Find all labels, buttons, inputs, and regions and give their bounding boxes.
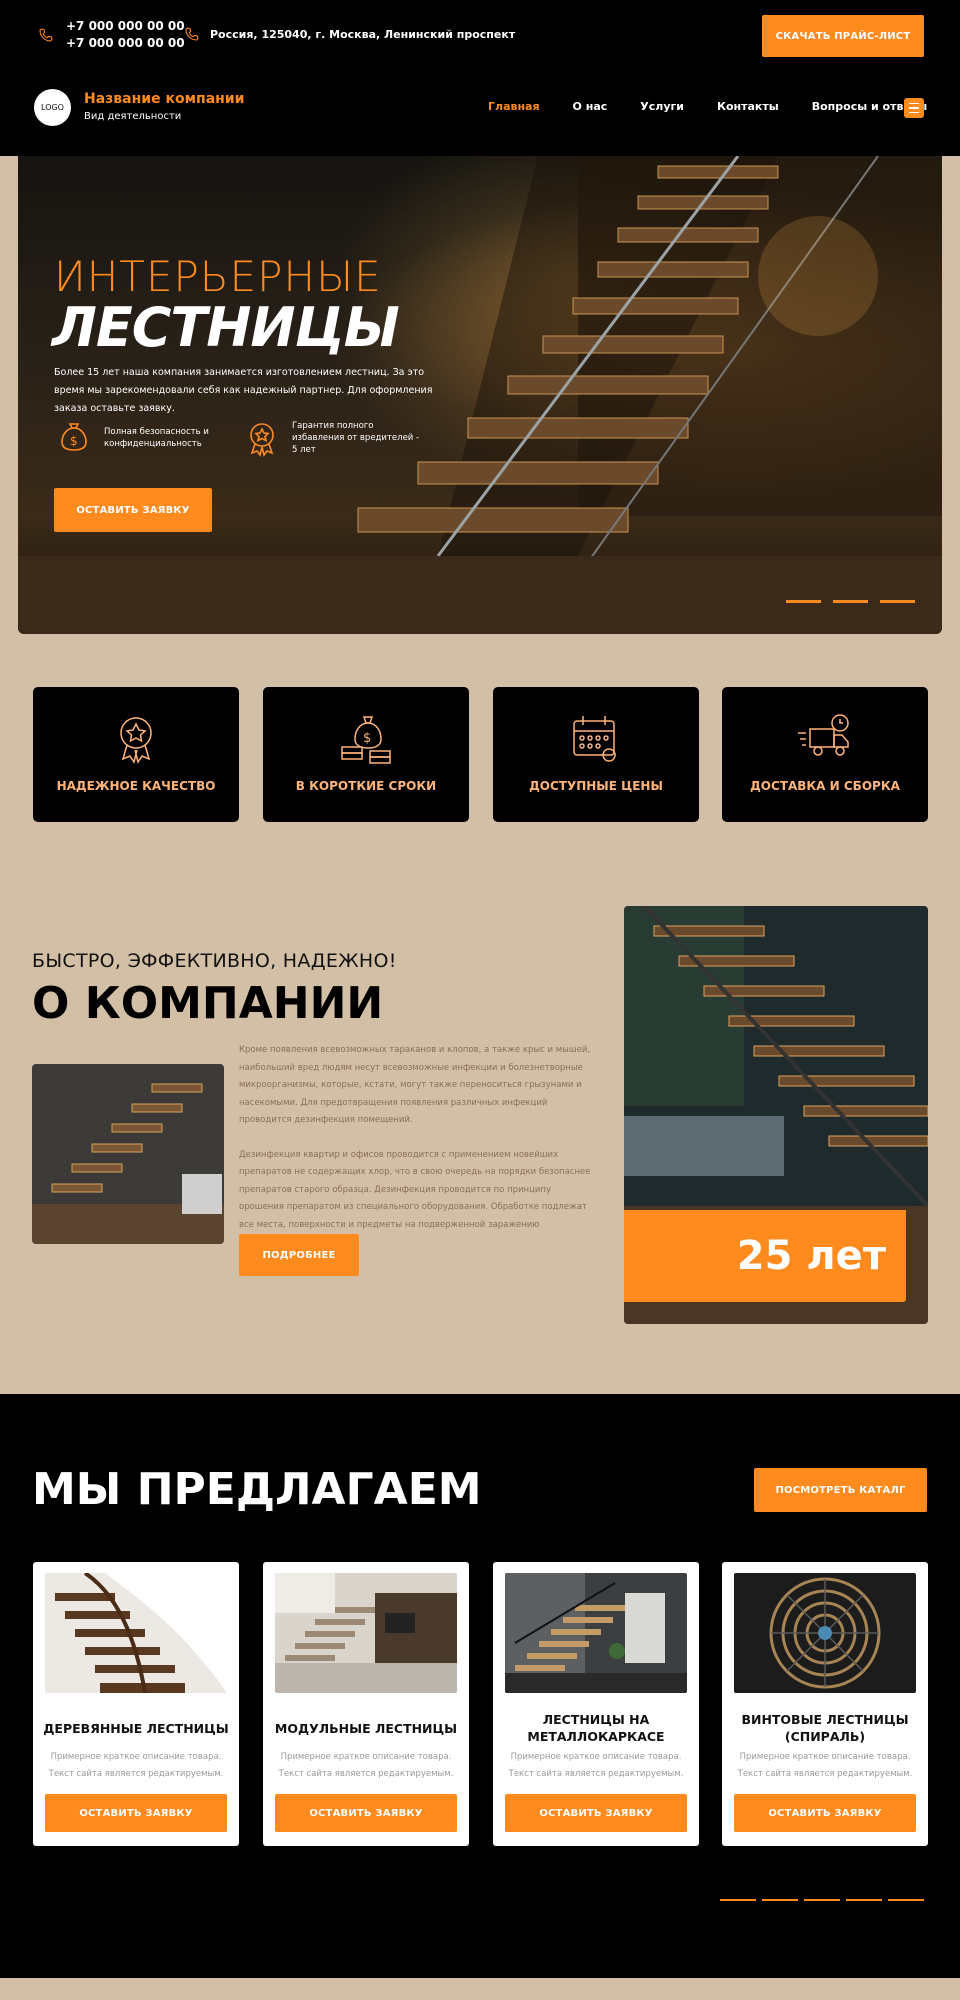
product-request-button[interactable]: ОСТАВИТЬ ЗАЯВКУ: [734, 1794, 916, 1832]
advantage-label: ДОСТАВКА И СБОРКА: [750, 779, 900, 793]
product-request-button[interactable]: ОСТАВИТЬ ЗАЯВКУ: [45, 1794, 227, 1832]
slider-dot[interactable]: [846, 1899, 882, 1901]
product-image: [275, 1573, 457, 1693]
hero-feature-guarantee: Гарантия полного избавления от вредителе…: [242, 418, 422, 458]
header: +7 000 000 00 00 +7 000 000 00 00 Россия…: [0, 0, 960, 156]
address-block: Россия, 125040, г. Москва, Ленинский про…: [184, 26, 515, 42]
slider-dot[interactable]: [880, 600, 915, 603]
product-name: МОДУЛЬНЫЕ ЛЕСТНИЦЫ: [274, 1720, 458, 1736]
company-activity: Вид деятельности: [84, 111, 182, 122]
money-bag-icon: $: [341, 716, 391, 764]
product-image: [505, 1573, 687, 1693]
nav-contacts[interactable]: Контакты: [717, 100, 779, 113]
about-text: Кроме появления всевозможных тараканов и…: [239, 1042, 594, 1252]
product-description: Примерное краткое описание товара. Текст…: [278, 1752, 454, 1779]
nav-about[interactable]: О нас: [573, 100, 608, 113]
company-info: Название компании Вид деятельности: [84, 91, 244, 122]
years-badge: 25 лет: [624, 1210, 906, 1302]
calendar-icon: [573, 716, 616, 762]
quality-badge-icon: [250, 423, 274, 457]
product-card-metal: ЛЕСТНИЦЫ НА МЕТАЛЛОКАРКАСЕ Примерное кра…: [493, 1562, 699, 1846]
product-description: Примерное краткое описание товара. Текст…: [508, 1752, 684, 1779]
slider-dot[interactable]: [888, 1899, 924, 1901]
slider-dot[interactable]: [804, 1899, 840, 1901]
slider-dot[interactable]: [833, 600, 868, 603]
hero-title-line1: ИНТЕРЬЕРНЫЕ: [54, 252, 382, 301]
main-nav: Главная О нас Услуги Контакты Вопросы и …: [488, 100, 927, 113]
advantage-label: В КОРОТКИЕ СРОКИ: [295, 779, 437, 793]
product-image: [734, 1573, 916, 1693]
nav-services[interactable]: Услуги: [640, 100, 684, 113]
product-description: Примерное краткое описание товара. Текст…: [48, 1752, 224, 1779]
about-paragraph-1: Кроме появления всевозможных тараканов и…: [239, 1045, 591, 1125]
money-bag-icon: $: [61, 423, 87, 451]
about-title: О КОМПАНИИ: [32, 978, 384, 1029]
hero-feature-security: $ Полная безопасность и конфиденциальнос…: [54, 418, 214, 458]
phone-block: +7 000 000 00 00 +7 000 000 00 00: [38, 18, 185, 52]
hero-banner: ИНТЕРЬЕРНЫЕ ЛЕСТНИЦЫ Более 15 лет наша к…: [18, 156, 942, 634]
quality-badge-icon: [120, 717, 152, 764]
advantage-card-prices: ДОСТУПНЫЕ ЦЕНЫ: [493, 687, 699, 822]
slider-dot[interactable]: [786, 600, 821, 603]
product-card-spiral: ВИНТОВЫЕ ЛЕСТНИЦЫ (СПИРАЛЬ) Примерное кр…: [722, 1562, 928, 1846]
advantage-card-speed: $ В КОРОТКИЕ СРОКИ: [263, 687, 469, 822]
address-text: Россия, 125040, г. Москва, Ленинский про…: [210, 27, 516, 41]
location-pin-icon: [185, 27, 199, 41]
phone-number-2[interactable]: +7 000 000 00 00: [66, 35, 185, 52]
slider-dot[interactable]: [720, 1899, 756, 1901]
about-pretitle: БЫСТРО, ЭФФЕКТИВНО, НАДЕЖНО!: [32, 950, 397, 972]
product-name: ДЕРЕВЯННЫЕ ЛЕСТНИЦЫ: [43, 1720, 229, 1736]
hero-slider-dots: [786, 600, 915, 603]
phone-icon: [39, 28, 53, 42]
more-button[interactable]: ПОДРОБНЕЕ: [239, 1234, 359, 1276]
advantage-card-quality: НАДЕЖНОЕ КАЧЕСТВО: [33, 687, 239, 822]
offers-title: МЫ ПРЕДЛАГАЕМ: [32, 1464, 482, 1515]
nav-home[interactable]: Главная: [488, 100, 540, 113]
delivery-truck-icon: [798, 714, 849, 756]
product-request-button[interactable]: ОСТАВИТЬ ЗАЯВКУ: [275, 1794, 457, 1832]
advantage-card-delivery: ДОСТАВКА И СБОРКА: [722, 687, 928, 822]
svg-text:$: $: [70, 434, 78, 448]
hero-request-button[interactable]: ОСТАВИТЬ ЗАЯВКУ: [54, 488, 212, 532]
phone-number-1[interactable]: +7 000 000 00 00: [66, 18, 185, 35]
hero-feature-security-text: Полная безопасность и конфиденциальность: [104, 427, 209, 449]
product-image: [45, 1573, 227, 1693]
hero-title-line2: ЛЕСТНИЦЫ: [52, 296, 400, 359]
view-catalog-button[interactable]: ПОСМОТРЕТЬ КАТАЛГ: [754, 1468, 927, 1512]
offers-section: МЫ ПРЕДЛАГАЕМ ПОСМОТРЕТЬ КАТАЛГ ДЕРЕВЯНН…: [0, 1394, 960, 1978]
product-name: ЛЕСТНИЦЫ НА МЕТАЛЛОКАРКАСЕ: [527, 1712, 665, 1744]
slider-dot[interactable]: [762, 1899, 798, 1901]
company-name: Название компании: [84, 91, 245, 107]
hero-description: Более 15 лет наша компания занимается из…: [54, 367, 433, 414]
product-name: ВИНТОВЫЕ ЛЕСТНИЦЫ (СПИРАЛЬ): [741, 1712, 909, 1744]
hero-feature-guarantee-text: Гарантия полного избавления от вредителе…: [292, 421, 420, 455]
svg-text:$: $: [363, 731, 371, 746]
advantage-label: ДОСТУПНЫЕ ЦЕНЫ: [529, 779, 663, 793]
offers-slider-dots: [720, 1899, 924, 1901]
hamburger-menu-icon[interactable]: [904, 98, 924, 118]
about-small-image: [32, 1064, 224, 1244]
logo[interactable]: LOGO: [34, 89, 71, 126]
download-price-button[interactable]: СКАЧАТЬ ПРАЙС-ЛИСТ: [762, 15, 924, 57]
product-card-wooden: ДЕРЕВЯННЫЕ ЛЕСТНИЦЫ Примерное краткое оп…: [33, 1562, 239, 1846]
product-card-modular: МОДУЛЬНЫЕ ЛЕСТНИЦЫ Примерное краткое опи…: [263, 1562, 469, 1846]
product-request-button[interactable]: ОСТАВИТЬ ЗАЯВКУ: [505, 1794, 687, 1832]
product-description: Примерное краткое описание товара. Текст…: [737, 1752, 913, 1779]
advantage-label: НАДЕЖНОЕ КАЧЕСТВО: [56, 779, 216, 793]
